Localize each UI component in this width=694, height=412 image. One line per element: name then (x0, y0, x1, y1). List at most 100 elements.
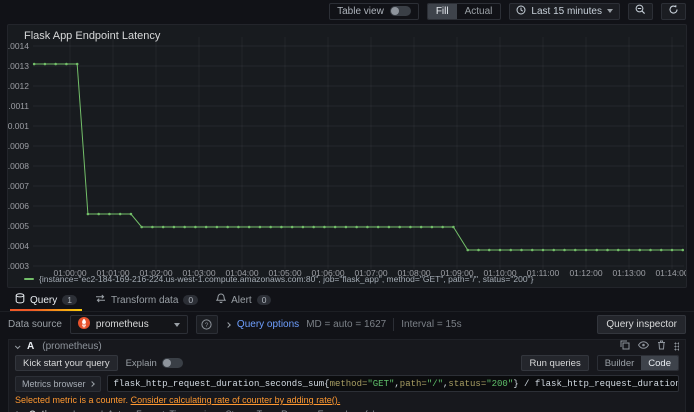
datasource-label: Data source (8, 319, 62, 330)
series-point (430, 225, 434, 229)
series-point (616, 248, 620, 252)
tab-query[interactable]: Query 1 (8, 289, 84, 311)
series-point (290, 225, 294, 229)
series-point (140, 225, 143, 229)
y-axis-tick-label: 0.0013 (8, 61, 29, 71)
series-point (301, 225, 305, 229)
y-axis-tick-label: 0.0004 (8, 241, 29, 251)
fill-button[interactable]: Fill (427, 3, 457, 19)
hide-response-eye-icon[interactable] (637, 341, 650, 352)
interval-summary: Interval = 15s (401, 319, 462, 330)
series-point (65, 62, 68, 66)
time-range-picker[interactable]: Last 15 minutes (509, 2, 620, 20)
builder-mode-button[interactable]: Builder (598, 356, 642, 370)
query-row-header[interactable]: A (prometheus) (8, 339, 686, 353)
chevron-down-icon[interactable] (14, 342, 21, 349)
remove-query-trash-icon[interactable] (657, 340, 666, 353)
grafana-panel-edit-view: Table view Fill Actual Last 15 minutes F (0, 0, 694, 412)
series-point (237, 225, 240, 229)
actual-button[interactable]: Actual (457, 4, 501, 19)
drag-handle-icon[interactable] (674, 342, 679, 351)
series-point (366, 225, 369, 229)
explain-toggle-group: Explain (126, 358, 183, 369)
series-point (573, 248, 577, 252)
query-options-link[interactable]: Query options (237, 319, 299, 330)
y-axis-tick-label: 0.0009 (8, 141, 29, 151)
chevron-right-icon (225, 321, 231, 328)
metrics-browser-label: Metrics browser (22, 378, 86, 389)
counter-warning: Selected metric is a counter. Consider c… (8, 394, 686, 407)
datasource-value: prometheus (95, 319, 149, 330)
series-point (108, 212, 111, 216)
series-point (269, 225, 272, 229)
run-queries-button[interactable]: Run queries (521, 355, 589, 371)
promql-editor-row: Metrics browser flask_http_request_durat… (8, 373, 686, 394)
y-axis-tick-label: 0.0006 (8, 201, 29, 211)
series-point (183, 225, 186, 229)
kick-start-query-button[interactable]: Kick start your query (15, 355, 118, 371)
y-axis-tick-label: 0.0011 (8, 101, 29, 111)
y-axis-tick-label: 0.0005 (8, 221, 29, 231)
promql-input[interactable]: flask_http_request_duration_seconds_sum{… (106, 375, 679, 392)
promql-expression: flask_http_request_duration_seconds_sum{… (113, 378, 678, 389)
refresh-button[interactable] (661, 2, 686, 20)
series-point (595, 248, 599, 252)
series-point (97, 212, 100, 216)
series-point (649, 248, 652, 252)
zoom-out-button[interactable] (628, 2, 653, 20)
query-options-row[interactable]: Options Legend: AutoFormat: Time seriesS… (8, 407, 686, 412)
switch-knob (162, 359, 171, 367)
series-point (498, 248, 502, 252)
query-row-actions (620, 340, 679, 353)
legend-item[interactable]: {instance="ec2-184-169-216-224.us-west-1… (24, 274, 533, 284)
series-point (226, 225, 229, 229)
series-point (258, 225, 262, 229)
timeseries-chart[interactable]: 0.0014 0.0013 0.0012 0.0011 0.001 0.0009 0.000… (8, 25, 686, 287)
editor-tabs: Query 1 Transform data 0 Alert 0 (0, 289, 694, 311)
duplicate-query-icon[interactable] (620, 340, 630, 353)
series-point (681, 248, 685, 252)
series-point (151, 225, 154, 229)
series-point (487, 248, 491, 252)
legend-label: {instance="ec2-184-169-216-224.us-west-1… (39, 274, 534, 284)
datasource-row: Data source prometheus ? Query options M… (0, 311, 694, 337)
table-view-toggle-group: Table view (329, 2, 419, 20)
series-point (509, 248, 513, 252)
query-inspector-button[interactable]: Query inspector (597, 315, 686, 334)
database-icon (15, 293, 25, 307)
explain-switch[interactable] (161, 358, 183, 368)
transform-icon (95, 294, 106, 306)
series-point (323, 225, 326, 229)
series-point (54, 62, 57, 66)
query-options-summary: MD = auto = 1627 (306, 319, 387, 330)
series-point (627, 248, 631, 252)
series-point (194, 225, 197, 229)
tab-label: Query (30, 294, 58, 306)
datasource-help-button[interactable]: ? (195, 315, 218, 334)
bell-icon (215, 293, 227, 307)
tab-count-badge: 1 (62, 294, 77, 306)
warning-hint-link[interactable]: Consider calculating rate of counter by … (131, 395, 341, 405)
metrics-browser-button[interactable]: Metrics browser (15, 375, 101, 392)
zoom-out-icon (635, 4, 646, 18)
query-datasource-hint: (prometheus) (42, 341, 102, 352)
series-point (86, 212, 90, 216)
series-point (312, 225, 315, 229)
code-mode-button[interactable]: Code (641, 356, 678, 370)
tab-transform-data[interactable]: Transform data 0 (88, 289, 205, 311)
series-point (477, 248, 480, 252)
series-point (520, 248, 523, 252)
query-options-group[interactable]: Query options MD = auto = 1627 Interval … (225, 318, 462, 331)
query-editor-section: A (prometheus) Kick start your query Exp… (8, 339, 686, 412)
time-range-label: Last 15 minutes (531, 5, 602, 17)
datasource-picker[interactable]: prometheus (69, 315, 188, 334)
series-point (552, 248, 556, 252)
y-axis-tick-label: 0.0003 (8, 261, 29, 271)
tab-count-badge: 0 (183, 294, 199, 306)
switch-knob (390, 7, 399, 15)
clock-icon (516, 5, 526, 18)
series-point (584, 248, 588, 252)
tab-alert[interactable]: Alert 0 (209, 289, 278, 311)
divider (393, 318, 395, 331)
table-view-switch[interactable] (389, 6, 411, 16)
